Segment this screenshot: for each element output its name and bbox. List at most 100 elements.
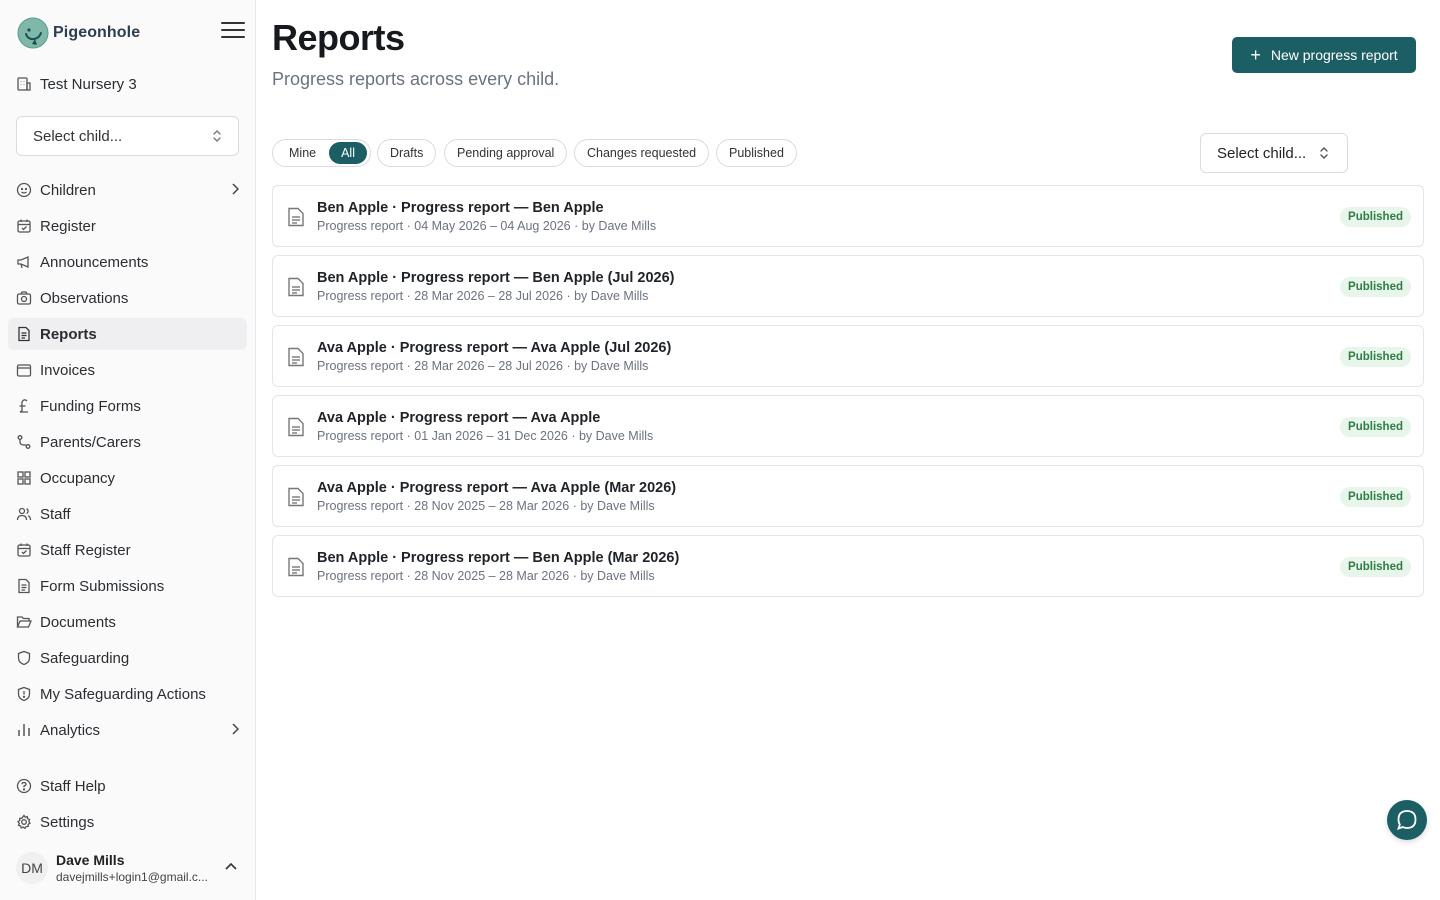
file-text-icon — [288, 277, 304, 297]
chevron-right-icon — [232, 723, 239, 735]
status-badge: Published — [1340, 207, 1411, 227]
user-menu[interactable]: DM Dave Mills davejmills+login1@gmail.c.… — [16, 850, 246, 886]
new-progress-report-label: New progress report — [1270, 47, 1398, 63]
chat-button[interactable] — [1387, 800, 1427, 840]
sidebar-item-documents[interactable]: Documents — [8, 606, 247, 638]
report-meta: Progress report · 01 Jan 2026 – 31 Dec 2… — [317, 429, 654, 443]
sidebar-item-register[interactable]: Register — [8, 210, 247, 242]
report-list: Ben Apple · Progress report — Ben Apple … — [272, 185, 1424, 605]
sidebar-item-label: Safeguarding — [40, 649, 130, 667]
sidebar-item-label: Invoices — [40, 361, 96, 379]
report-title: Ben Apple · Progress report — Ben Apple … — [317, 270, 675, 286]
file-text-icon — [18, 578, 30, 594]
report-title: Ava Apple · Progress report — Ava Apple … — [317, 480, 677, 496]
plus-icon: + — [1250, 45, 1261, 65]
calendar-check-icon — [17, 543, 31, 557]
sidebar-item-label: Parents/Carers — [40, 433, 141, 451]
sidebar-item-label: Reports — [40, 325, 97, 343]
sidebar-item-safeguarding[interactable]: Safeguarding — [8, 642, 247, 674]
scope-toggle: Mine All — [272, 139, 371, 167]
report-card[interactable]: Ben Apple · Progress report — Ben Apple … — [272, 535, 1424, 597]
user-name: Dave Mills — [56, 852, 125, 868]
grid-icon — [17, 471, 31, 485]
file-text-icon — [288, 557, 304, 577]
nursery-name[interactable]: Test Nursery 3 — [16, 74, 137, 94]
sidebar-item-children[interactable]: Children — [8, 174, 247, 206]
sidebar-item-label: Announcements — [40, 253, 149, 271]
new-progress-report-button[interactable]: + New progress report — [1232, 37, 1416, 73]
app-name: Pigeonhole — [53, 24, 141, 41]
filter-drafts[interactable]: Drafts — [377, 139, 437, 167]
filter-pending-approval[interactable]: Pending approval — [444, 139, 568, 167]
report-card[interactable]: Ben Apple · Progress report — Ben Apple … — [272, 255, 1424, 317]
shield-icon — [17, 650, 31, 666]
sidebar-item-staff-help[interactable]: Staff Help — [8, 770, 247, 802]
report-card[interactable]: Ava Apple · Progress report — Ava Apple … — [272, 395, 1424, 457]
sidebar-item-occupancy[interactable]: Occupancy — [8, 462, 247, 494]
git-pull-icon — [17, 435, 31, 449]
sidebar-child-select[interactable]: Select child... — [16, 116, 239, 156]
sidebar-item-label: Observations — [40, 289, 129, 307]
report-card[interactable]: Ben Apple · Progress report — Ben Apple … — [272, 185, 1424, 247]
report-title: Ava Apple · Progress report — Ava Apple — [317, 410, 601, 426]
sidebar-item-label: Staff Register — [40, 541, 131, 559]
user-email: davejmills+login1@gmail.c... — [56, 870, 208, 884]
sidebar-item-label: Funding Forms — [40, 397, 141, 415]
report-title: Ben Apple · Progress report — Ben Apple — [317, 200, 604, 216]
sidebar-item-analytics[interactable]: Analytics — [8, 714, 247, 746]
sidebar-item-staff-register[interactable]: Staff Register — [8, 534, 247, 566]
sidebar-item-staff[interactable]: Staff — [8, 498, 247, 530]
pound-sign-icon — [19, 399, 28, 413]
sidebar-item-parents-carers[interactable]: Parents/Carers — [8, 426, 247, 458]
chat-bubble-icon — [1397, 810, 1417, 830]
status-badge: Published — [1340, 487, 1411, 507]
file-text-icon — [18, 326, 30, 342]
sidebar-item-label: Settings — [40, 813, 95, 831]
sidebar-item-invoices[interactable]: Invoices — [8, 354, 247, 386]
filter-all[interactable]: All — [329, 142, 367, 164]
sidebar-item-form-submissions[interactable]: Form Submissions — [8, 570, 247, 602]
sidebar-item-label: Register — [40, 217, 96, 235]
brand[interactable]: Pigeonhole — [17, 16, 140, 50]
menu-toggle-icon[interactable] — [221, 22, 245, 42]
chevron-up-icon — [225, 862, 237, 870]
sidebar-item-reports[interactable]: Reports — [8, 318, 247, 350]
bar-chart-icon — [18, 724, 30, 736]
sidebar-item-my-safeguarding-actions[interactable]: My Safeguarding Actions — [8, 678, 247, 710]
user-info: Dave Mills davejmills+login1@gmail.c... — [56, 852, 218, 884]
file-text-icon — [288, 417, 304, 437]
building-icon — [17, 77, 31, 91]
chevron-right-icon — [232, 183, 239, 195]
status-badge: Published — [1340, 347, 1411, 367]
help-circle-icon — [16, 778, 32, 794]
filter-changes-requested[interactable]: Changes requested — [574, 139, 710, 167]
child-select-label: Select child... — [1217, 144, 1307, 162]
file-text-icon — [288, 207, 304, 227]
filter-published[interactable]: Published — [716, 139, 797, 167]
chevrons-up-down-icon — [213, 130, 221, 142]
sidebar-bottom-nav: Staff Help Settings — [8, 770, 247, 842]
report-card[interactable]: Ava Apple · Progress report — Ava Apple … — [272, 465, 1424, 527]
sidebar-item-label: Staff Help — [40, 777, 106, 795]
filter-mine[interactable]: Mine — [276, 140, 329, 166]
sidebar-item-settings[interactable]: Settings — [8, 806, 247, 838]
wallet-icon — [16, 364, 32, 377]
sidebar-item-funding-forms[interactable]: Funding Forms — [8, 390, 247, 422]
child-select[interactable]: Select child... — [1200, 133, 1348, 173]
page-subtitle: Progress reports across every child. — [272, 69, 560, 89]
sidebar-child-select-label: Select child... — [33, 127, 123, 145]
sidebar-item-label: Occupancy — [40, 469, 116, 487]
chevrons-up-down-icon — [1320, 147, 1328, 159]
report-card[interactable]: Ava Apple · Progress report — Ava Apple … — [272, 325, 1424, 387]
sidebar-item-observations[interactable]: Observations — [8, 282, 247, 314]
sidebar-item-label: My Safeguarding Actions — [40, 685, 206, 703]
avatar: DM — [16, 852, 48, 884]
shield-alert-icon — [17, 686, 31, 702]
sidebar-item-announcements[interactable]: Announcements — [8, 246, 247, 278]
sidebar-item-label: Analytics — [40, 721, 101, 739]
sidebar-item-label: Documents — [40, 613, 116, 631]
sidebar-item-label: Staff — [40, 505, 71, 523]
folder-open-icon — [16, 616, 32, 628]
users-icon — [16, 507, 32, 521]
report-meta: Progress report · 28 Nov 2025 – 28 Mar 2… — [317, 499, 655, 513]
